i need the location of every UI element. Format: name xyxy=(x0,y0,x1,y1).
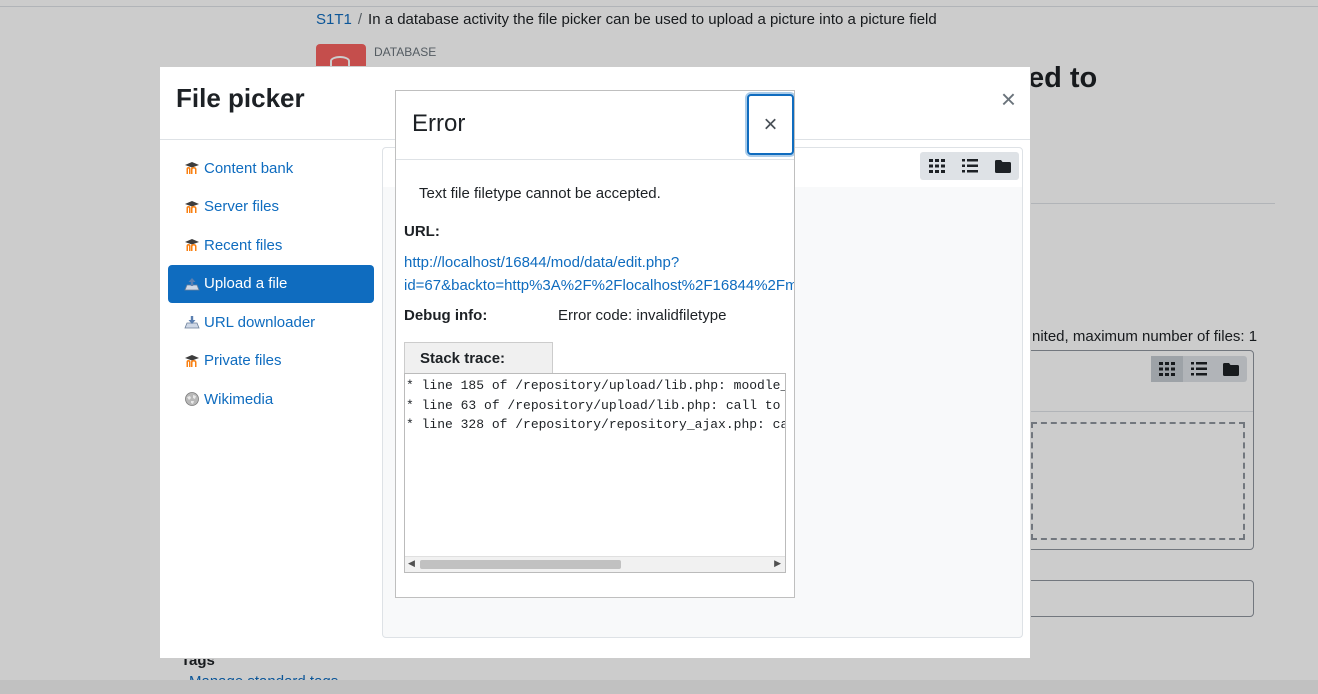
repository-label: Server files xyxy=(204,198,280,216)
debug-info-value: Error code: invalidfiletype xyxy=(558,307,727,324)
upload-icon xyxy=(184,277,200,291)
file-picker-close-button[interactable]: × xyxy=(1001,86,1016,112)
debug-info-label: Debug info: xyxy=(404,307,488,324)
scrollbar-thumb[interactable] xyxy=(420,560,621,569)
repository-label: URL downloader xyxy=(204,313,316,331)
repository-server-files[interactable]: Server files xyxy=(168,188,374,227)
error-dialog-title: Error xyxy=(412,110,466,137)
moodle-icon xyxy=(184,354,200,368)
moodle-icon xyxy=(184,200,200,214)
moodle-icon xyxy=(184,238,200,252)
close-icon: × xyxy=(763,110,778,138)
url-downloader-icon xyxy=(184,315,200,329)
scroll-left-arrow-icon[interactable]: ◀ xyxy=(408,558,415,569)
repository-label: Content bank xyxy=(204,159,294,177)
repository-content-bank[interactable]: Content bank xyxy=(168,149,374,188)
list-view-icon[interactable] xyxy=(953,152,986,180)
stack-trace-box[interactable]: * line 185 of /repository/upload/lib.php… xyxy=(404,373,786,573)
repository-wikimedia[interactable]: Wikimedia xyxy=(168,380,374,419)
moodle-icon xyxy=(184,161,200,175)
repository-label: Recent files xyxy=(204,236,283,254)
file-picker-title: File picker xyxy=(176,83,305,113)
error-dialog-close-button[interactable]: × xyxy=(747,94,794,155)
horizontal-scrollbar[interactable]: ◀ ▶ xyxy=(405,556,785,572)
repository-url-downloader[interactable]: URL downloader xyxy=(168,303,374,342)
view-toggle xyxy=(920,152,1019,180)
repository-label: Upload a file xyxy=(204,275,288,293)
error-dialog-header: Error × xyxy=(396,91,794,160)
folder-view-icon[interactable] xyxy=(986,152,1019,180)
stack-trace-text: * line 185 of /repository/upload/lib.php… xyxy=(406,378,786,432)
repository-upload-a-file[interactable]: Upload a file xyxy=(168,264,374,303)
error-message: Text file filetype cannot be accepted. xyxy=(419,185,661,202)
grid-view-icon[interactable] xyxy=(920,152,953,180)
scroll-right-arrow-icon[interactable]: ▶ xyxy=(774,558,781,569)
error-url-line-2[interactable]: id=67&backto=http%3A%2F%2Flocalhost%2F16… xyxy=(404,277,794,294)
stack-trace-header: Stack trace: xyxy=(404,342,553,373)
error-dialog: Error × Text file filetype cannot be acc… xyxy=(395,90,795,598)
repository-private-files[interactable]: Private files xyxy=(168,342,374,381)
repository-label: Private files xyxy=(204,352,282,370)
error-url[interactable]: http://localhost/16844/mod/data/edit.php… xyxy=(404,251,794,297)
repository-label: Wikimedia xyxy=(204,390,274,408)
wikimedia-icon xyxy=(184,392,200,407)
repository-list: Content bank Server files Recent files U… xyxy=(168,149,374,419)
repository-recent-files[interactable]: Recent files xyxy=(168,226,374,265)
error-url-line-1[interactable]: http://localhost/16844/mod/data/edit.php… xyxy=(404,254,679,271)
url-label: URL: xyxy=(404,223,440,240)
